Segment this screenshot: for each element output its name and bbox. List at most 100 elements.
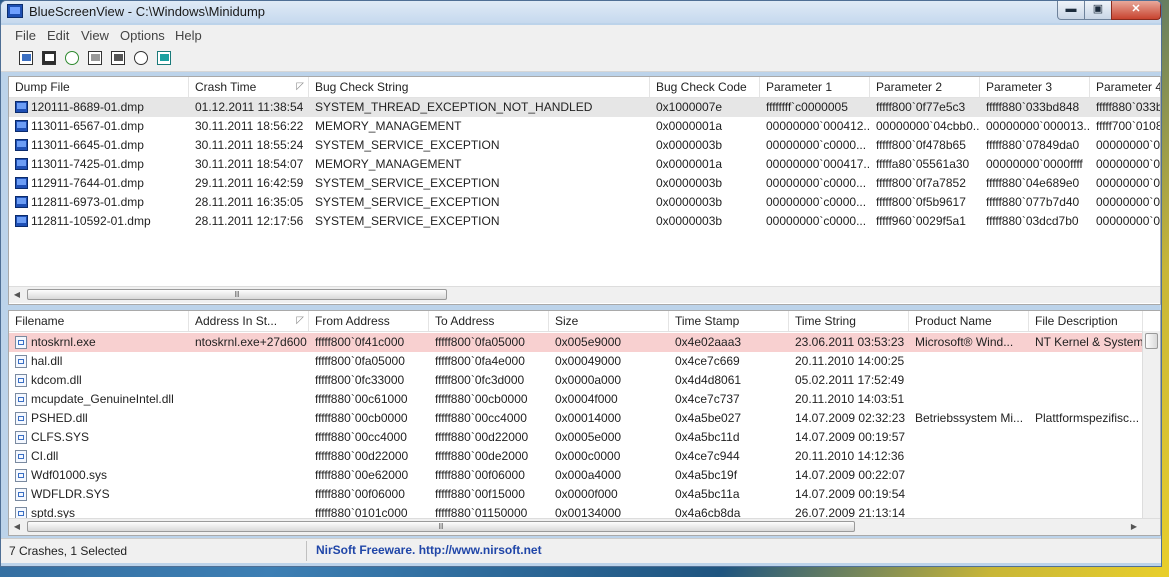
menu-options[interactable]: Options [120, 28, 165, 43]
driver-cell: fffff880`00f06000 [435, 468, 525, 482]
close-button[interactable]: ✕ [1111, 1, 1161, 20]
driver-cell-container [1029, 390, 1143, 409]
driver-hscroll-thumb[interactable]: Ⅲ [27, 521, 855, 532]
driver-cell-container: mcupdate_GenuineIntel.dll [9, 390, 189, 409]
menu-file[interactable]: File [15, 28, 36, 43]
driver-file-icon [15, 336, 27, 349]
driver-cell-container: PSHED.dll [9, 409, 189, 428]
col-bug-check-code[interactable]: Bug Check Code [650, 77, 760, 97]
crash-cell: fffff880`07849da0 [986, 138, 1080, 152]
driver-table-header: Filename Address In St... ◸ From Address … [9, 311, 1160, 332]
crash-cell-container: 00000000`000 [1090, 155, 1160, 174]
minimize-button[interactable]: ▬ [1057, 1, 1085, 20]
driver-row[interactable]: hal.dll fffff800`0fa05000 fffff800`0fa4e00… [9, 352, 1143, 371]
col-parameter-1[interactable]: Parameter 1 [760, 77, 870, 97]
col-to-address[interactable]: To Address [429, 311, 549, 331]
exit-icon[interactable] [155, 49, 173, 67]
nirsoft-link[interactable]: NirSoft Freeware. http://www.nirsoft.net [316, 543, 542, 557]
crash-cell: 112811-6973-01.dmp [31, 195, 144, 209]
crash-row[interactable]: 112811-10592-01.dmp 28.11.2011 12:17:56 SY… [9, 212, 1160, 231]
col-size[interactable]: Size [549, 311, 669, 331]
col-time-stamp[interactable]: Time Stamp [669, 311, 789, 331]
driver-vscroll-thumb[interactable] [1145, 333, 1158, 349]
crash-hscroll-thumb[interactable]: Ⅲ [27, 289, 447, 300]
driver-hscrollbar[interactable]: ◀ Ⅲ ▶ [9, 518, 1160, 535]
scroll-right-icon[interactable]: ▶ [1126, 519, 1142, 535]
col-bug-check-string[interactable]: Bug Check String [309, 77, 650, 97]
crash-hscrollbar[interactable]: ◀ Ⅲ [9, 286, 1160, 303]
crash-row[interactable]: 120111-8689-01.dmp 01.12.2011 11:38:54 SYS… [9, 98, 1160, 117]
crash-list-pane[interactable]: Dump File Crash Time ◸ Bug Check String B… [8, 76, 1161, 305]
driver-cell: fffff880`00d22000 [435, 430, 529, 444]
dump-file-icon [15, 215, 28, 227]
crash-cell: fffff800`0f77e5c3 [876, 100, 966, 114]
crash-cell: 00000000`000 [1096, 176, 1161, 190]
maximize-button[interactable]: ▣ [1084, 1, 1112, 20]
driver-list-pane[interactable]: Filename Address In St... ◸ From Address … [8, 310, 1161, 536]
col-time-string[interactable]: Time String [789, 311, 909, 331]
driver-cell: fffff880`00d22000 [315, 449, 409, 463]
crash-cell: fffff880`033bd848 [986, 100, 1080, 114]
crash-cell-container: fffff700`0108 [1090, 117, 1160, 136]
driver-cell: Betriebssystem Mi... [915, 411, 1024, 425]
driver-row[interactable]: Wdf01000.sys fffff880`00e62000 fffff880`00… [9, 466, 1143, 485]
driver-row[interactable]: mcupdate_GenuineIntel.dll fffff880`00c610… [9, 390, 1143, 409]
col-parameter-3[interactable]: Parameter 3 [980, 77, 1090, 97]
crash-cell-container: 29.11.2011 16:42:59 [189, 174, 309, 193]
scroll-left-icon[interactable]: ◀ [9, 287, 25, 303]
col-parameter-4[interactable]: Parameter 4 [1090, 77, 1160, 97]
crash-row[interactable]: 112811-6973-01.dmp 28.11.2011 16:35:05 SYS… [9, 193, 1160, 212]
title-bar[interactable]: BlueScreenView - C:\Windows\Minidump ▬ ▣… [1, 1, 1161, 23]
crash-cell: 00000000`c0000... [766, 214, 867, 228]
crash-row[interactable]: 113011-6567-01.dmp 30.11.2011 18:56:22 MEM… [9, 117, 1160, 136]
driver-cell: 0x4ce7c737 [675, 392, 740, 406]
driver-cell-container: fffff800`0fa05000 [309, 352, 429, 371]
crash-cell-container: 00000000`c0000... [760, 193, 870, 212]
properties-icon[interactable] [17, 49, 35, 67]
col-crash-time[interactable]: Crash Time ◸ [189, 77, 309, 97]
driver-vscrollbar[interactable] [1142, 331, 1160, 519]
crash-row[interactable]: 113011-6645-01.dmp 30.11.2011 18:55:24 SYS… [9, 136, 1160, 155]
driver-cell-container: 0x4ce7c944 [669, 447, 789, 466]
crash-cell-container: fffff880`033bd848 [980, 98, 1090, 117]
crash-cell-container: 0x1000007e [650, 98, 760, 117]
crash-cell: 00000000`c0000... [766, 138, 867, 152]
col-from-address[interactable]: From Address [309, 311, 429, 331]
col-filename[interactable]: Filename [9, 311, 189, 331]
col-file-description[interactable]: File Description [1029, 311, 1143, 331]
menu-view[interactable]: View [81, 28, 109, 43]
refresh-icon[interactable] [63, 49, 81, 67]
driver-row[interactable]: kdcom.dll fffff800`0fc33000 fffff800`0fc3d… [9, 371, 1143, 390]
menu-edit[interactable]: Edit [47, 28, 69, 43]
col-parameter-2[interactable]: Parameter 2 [870, 77, 980, 97]
driver-cell-container: 20.11.2010 14:12:36 [789, 447, 909, 466]
find-icon[interactable] [132, 49, 150, 67]
options-icon[interactable] [109, 49, 127, 67]
driver-cell-container: 0x00014000 [549, 409, 669, 428]
driver-cell-container: 0x4d4d8061 [669, 371, 789, 390]
driver-row[interactable]: CI.dll fffff880`00d22000 fffff880`00de2000… [9, 447, 1143, 466]
menu-help[interactable]: Help [175, 28, 202, 43]
crash-row[interactable]: 112911-7644-01.dmp 29.11.2011 16:42:59 SYS… [9, 174, 1160, 193]
crash-cell-container: 0x0000003b [650, 212, 760, 231]
crash-cell-container: fffff880`03dcd7b0 [980, 212, 1090, 231]
col-dump-file[interactable]: Dump File [9, 77, 189, 97]
status-summary: 7 Crashes, 1 Selected [9, 544, 128, 558]
scroll-left-icon[interactable]: ◀ [9, 519, 25, 535]
crash-row[interactable]: 113011-7425-01.dmp 30.11.2011 18:54:07 MEM… [9, 155, 1160, 174]
col-product-name[interactable]: Product Name [909, 311, 1029, 331]
driver-row[interactable]: ntoskrnl.exe ntoskrnl.exe+27d600 fffff800`… [9, 333, 1143, 352]
copy-icon[interactable] [86, 49, 104, 67]
driver-row[interactable]: WDFLDR.SYS fffff880`00f06000 fffff880`00f1… [9, 485, 1143, 504]
crash-cell: 01.12.2011 11:38:54 [195, 100, 304, 114]
driver-row[interactable]: PSHED.dll fffff880`00cb0000 fffff880`00cc4… [9, 409, 1143, 428]
driver-cell-container: CI.dll [9, 447, 189, 466]
driver-cell-container [909, 390, 1029, 409]
col-address-in-stack[interactable]: Address In St... ◸ [189, 311, 309, 331]
crash-cell: 113011-6645-01.dmp [31, 138, 144, 152]
driver-row[interactable]: CLFS.SYS fffff880`00cc4000 fffff880`00d220… [9, 428, 1143, 447]
save-icon[interactable] [40, 49, 58, 67]
driver-cell: fffff880`00c61000 [315, 392, 408, 406]
driver-cell-container: 0x00049000 [549, 352, 669, 371]
driver-cell-container [1029, 485, 1143, 504]
